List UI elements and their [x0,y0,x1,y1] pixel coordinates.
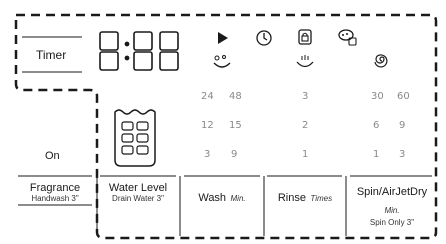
spin-value: 30 [371,91,384,102]
rinse-icon [296,55,314,68]
rinse-value: 2 [302,120,309,131]
spin-button[interactable]: Spin/AirJetDry Min. Spin Only 3" [348,182,436,227]
on-label: On [45,150,60,162]
start-pause-icon[interactable] [217,32,229,44]
wash-value: 48 [229,91,242,102]
smart-control-icon[interactable] [338,28,358,46]
spin-only-label: Spin Only 3" [369,218,415,227]
water-level-label: Water Level [108,182,168,194]
rinse-value: 3 [302,91,309,102]
rinse-unit: Times [310,194,333,203]
spin-value: 1 [373,149,380,160]
wash-value: 24 [201,91,214,102]
spin-value: 3 [399,149,406,160]
wash-value: 3 [204,149,211,160]
wash-value: 12 [201,120,214,131]
spin-value: 60 [397,91,410,102]
wash-icon [213,55,231,68]
fragrance-button[interactable]: Fragrance Handwash 3" [18,182,92,203]
spin-icon [374,54,388,68]
timer-label: Timer [36,48,67,62]
water-level-button[interactable]: Water Level Drain Water 3" [99,182,177,203]
wash-value: 9 [231,149,238,160]
rinse-label: Rinse [277,192,306,204]
spin-value: 6 [373,120,380,131]
spin-label: Spin/AirJetDry [356,186,428,198]
drain-water-label: Drain Water 3" [112,194,164,203]
spin-unit: Min. [384,206,400,215]
wash-button[interactable]: Wash Min. [182,188,262,206]
rinse-value: 1 [302,149,309,160]
wash-unit: Min. [230,194,246,203]
wash-label: Wash [198,192,227,204]
rinse-button[interactable]: Rinse Times [266,188,344,206]
child-lock-icon[interactable] [296,28,314,46]
water-level-icon [114,109,156,167]
timer-display [99,31,179,71]
delay-end-icon[interactable] [255,29,273,47]
fragrance-label: Fragrance [29,182,81,194]
handwash-label: Handwash 3" [31,194,79,203]
spin-value: 9 [399,120,406,131]
wash-value: 15 [229,120,242,131]
